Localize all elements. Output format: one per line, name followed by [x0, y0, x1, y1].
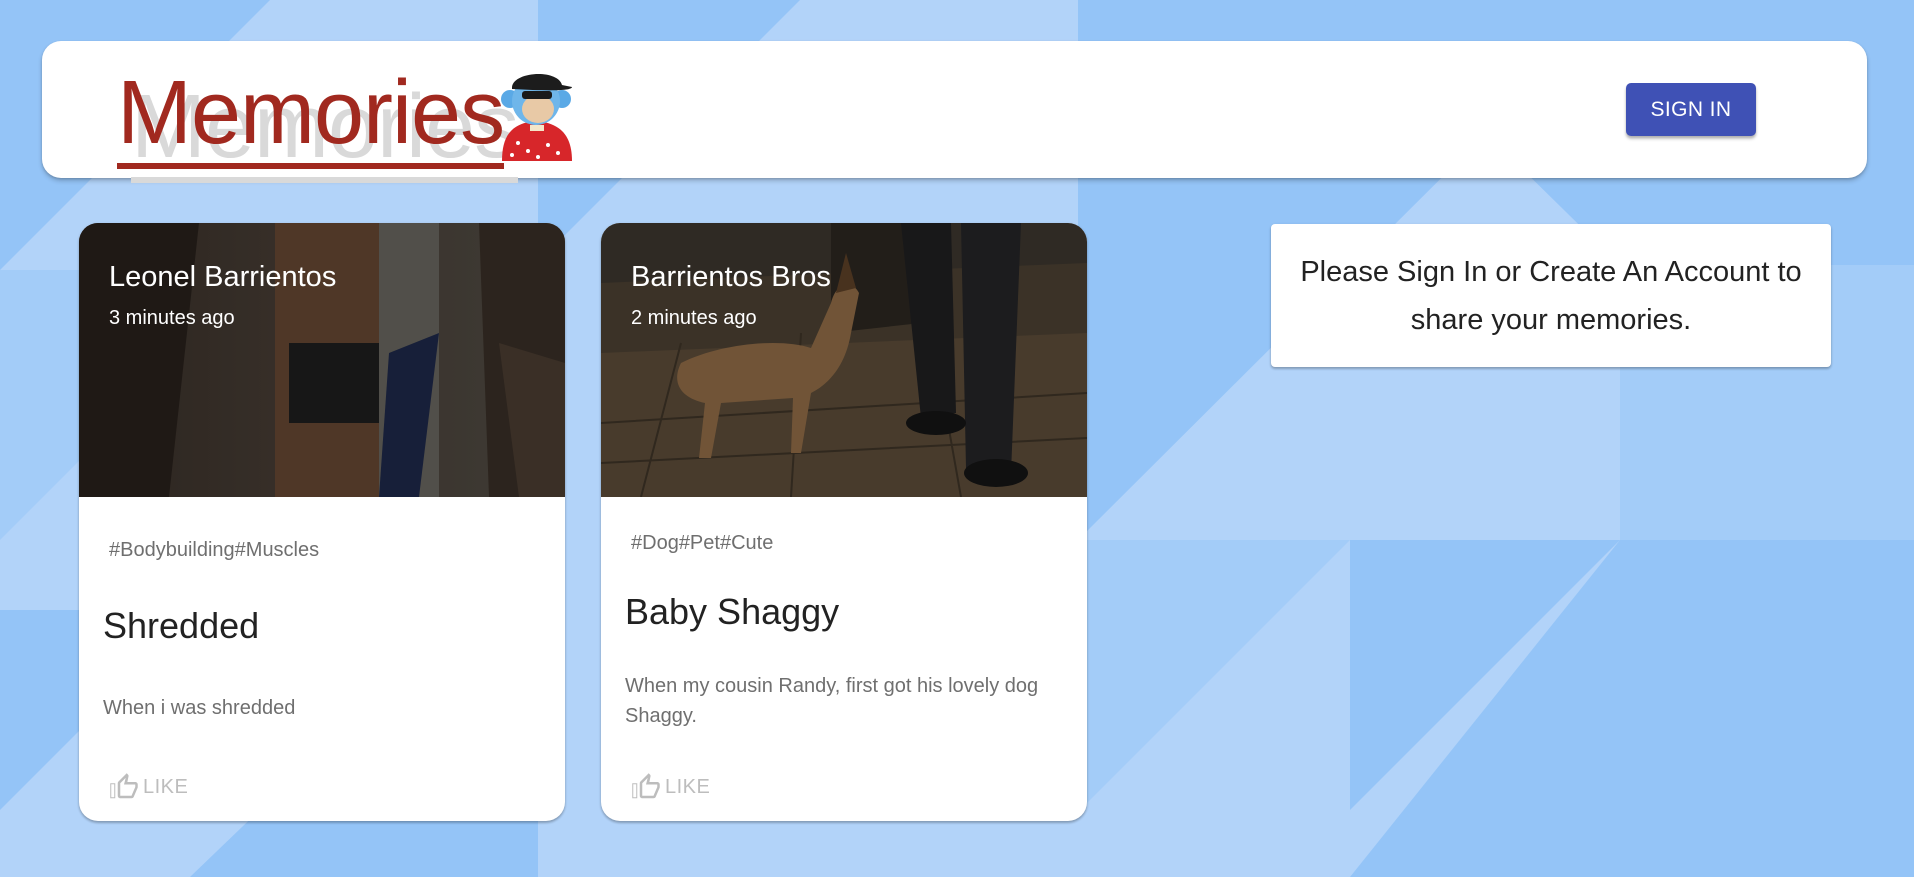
post-author: Leonel Barrientos: [109, 261, 337, 293]
brand-title[interactable]: Memories: [117, 63, 505, 169]
post-tags: #Bodybuilding#Muscles: [109, 539, 320, 561]
like-button[interactable]: LIKE: [631, 767, 741, 807]
memory-card: Barrientos Bros 2 minutes ago #Dog#Pet#C…: [601, 223, 1087, 821]
like-label: LIKE: [665, 775, 711, 798]
post-title: Shredded: [103, 605, 260, 646]
like-button[interactable]: LIKE: [109, 767, 219, 807]
post-time: 2 minutes ago: [631, 307, 757, 329]
signin-prompt-panel: Please Sign In or Create An Account to s…: [1271, 224, 1831, 367]
post-message: When i was shredded: [103, 697, 296, 719]
thumb-up-outline-icon: [632, 773, 660, 799]
signin-prompt-text: Please Sign In or Create An Account to s…: [1300, 255, 1802, 336]
monkey-avatar-icon: [501, 73, 572, 161]
post-title: Baby Shaggy: [625, 591, 840, 632]
post-author: Barrientos Bros: [631, 261, 831, 293]
post-time: 3 minutes ago: [109, 307, 235, 329]
thumb-up-outline-icon: [110, 773, 138, 799]
post-message: When my cousin Randy, first got his love…: [625, 675, 1039, 727]
like-label: LIKE: [143, 775, 189, 798]
sign-in-button[interactable]: SIGN IN: [1626, 83, 1756, 136]
app-bar: Memories Memories SIGN IN: [42, 41, 1867, 183]
memory-card: Leonel Barrientos 3 minutes ago #Bodybui…: [79, 223, 565, 821]
post-tags: #Dog#Pet#Cute: [631, 532, 774, 554]
